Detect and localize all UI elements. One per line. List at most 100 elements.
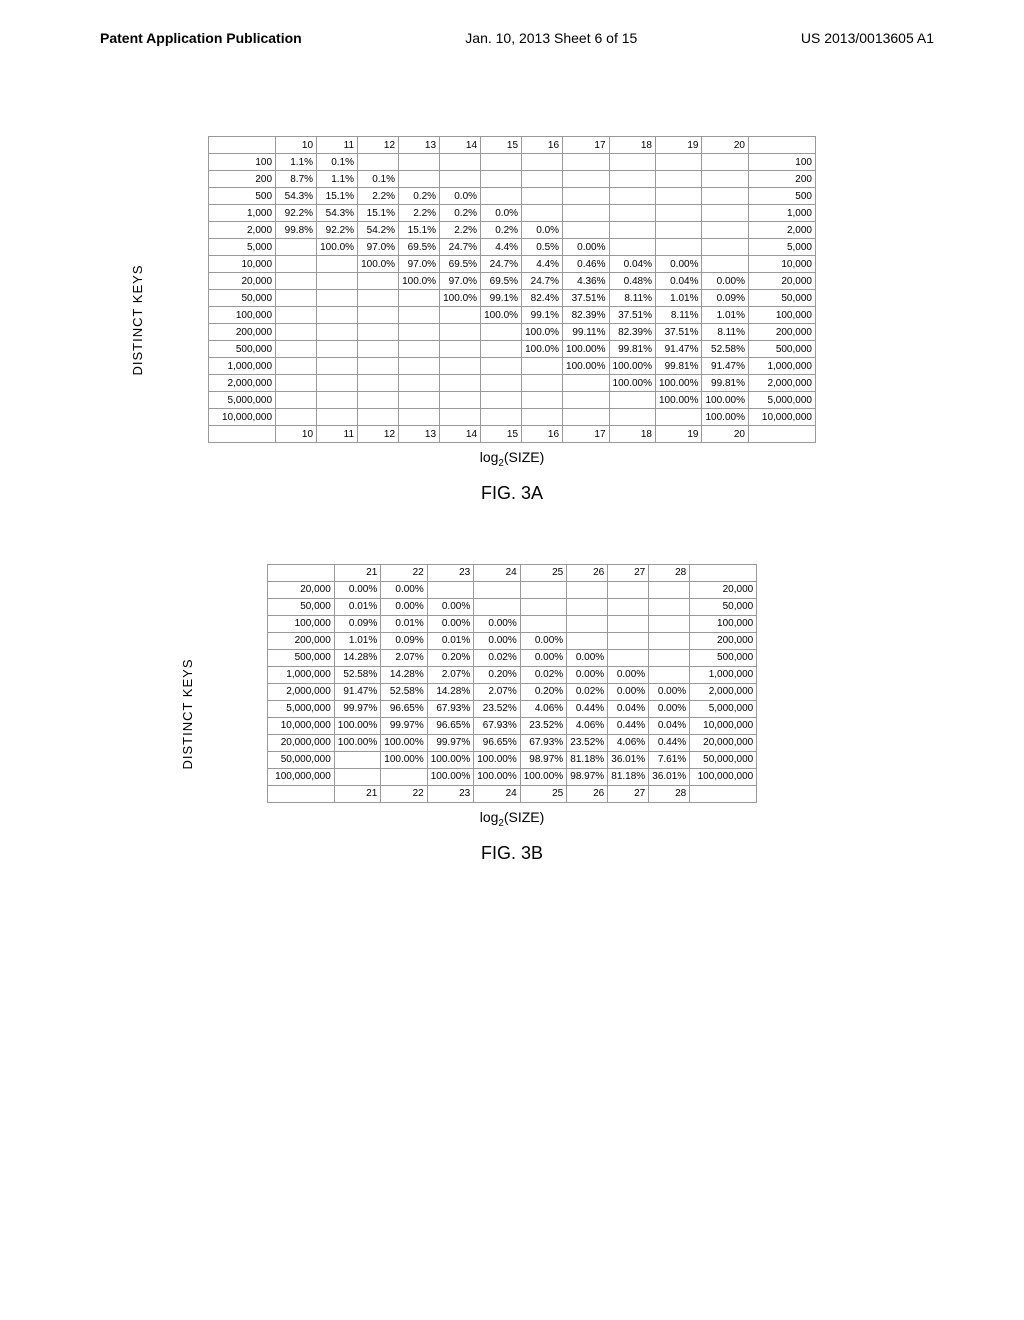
data-cell: 0.00% [649, 683, 690, 700]
row-key-right: 200,000 [748, 324, 815, 341]
data-cell [563, 222, 609, 239]
data-cell [649, 598, 690, 615]
data-cell [567, 598, 608, 615]
data-cell: 2.07% [381, 649, 427, 666]
data-cell: 99.8% [276, 222, 317, 239]
data-cell: 8.11% [656, 307, 702, 324]
data-cell: 8.11% [702, 324, 748, 341]
data-cell: 0.01% [427, 632, 473, 649]
data-cell [609, 188, 655, 205]
data-cell [649, 666, 690, 683]
col-footer: 18 [609, 426, 655, 443]
row-key-right: 100 [748, 154, 815, 171]
data-cell [609, 409, 655, 426]
col-header: 12 [358, 137, 399, 154]
data-cell: 100.00% [520, 768, 566, 785]
row-key: 100,000 [267, 615, 334, 632]
col-footer: 27 [608, 785, 649, 802]
col-footer: 16 [522, 426, 563, 443]
col-header: 14 [440, 137, 481, 154]
data-cell [276, 324, 317, 341]
row-key-right: 2,000,000 [690, 683, 757, 700]
data-cell [440, 375, 481, 392]
col-header: 19 [656, 137, 702, 154]
col-footer: 15 [481, 426, 522, 443]
data-cell [609, 392, 655, 409]
data-cell [399, 290, 440, 307]
row-key: 20,000 [209, 273, 276, 290]
data-cell: 1.01% [656, 290, 702, 307]
data-cell: 0.00% [474, 632, 520, 649]
col-footer: 22 [381, 785, 427, 802]
data-cell: 0.00% [567, 666, 608, 683]
row-key: 100,000,000 [267, 768, 334, 785]
data-cell [656, 154, 702, 171]
data-cell: 97.0% [440, 273, 481, 290]
row-key: 5,000,000 [209, 392, 276, 409]
data-cell: 4.06% [608, 734, 649, 751]
data-cell [563, 154, 609, 171]
data-cell: 100.00% [609, 375, 655, 392]
data-cell: 100.00% [656, 375, 702, 392]
data-cell: 52.58% [334, 666, 380, 683]
data-cell [649, 615, 690, 632]
data-cell: 0.20% [520, 683, 566, 700]
data-cell [334, 751, 380, 768]
col-header: 27 [608, 564, 649, 581]
data-cell: 0.09% [381, 632, 427, 649]
data-cell: 0.44% [567, 700, 608, 717]
data-cell [567, 615, 608, 632]
col-header: 25 [520, 564, 566, 581]
data-cell [358, 307, 399, 324]
data-cell [656, 222, 702, 239]
data-cell [358, 409, 399, 426]
fig-b-caption: FIG. 3B [162, 843, 862, 864]
data-cell: 100.00% [609, 358, 655, 375]
data-cell: 0.09% [702, 290, 748, 307]
data-cell [702, 222, 748, 239]
row-key-right: 500 [748, 188, 815, 205]
data-cell [608, 581, 649, 598]
col-footer: 24 [474, 785, 520, 802]
data-cell: 0.00% [381, 598, 427, 615]
data-cell [276, 239, 317, 256]
row-key: 50,000 [267, 598, 334, 615]
data-cell [276, 256, 317, 273]
data-cell [609, 222, 655, 239]
data-cell: 52.58% [381, 683, 427, 700]
data-cell: 0.04% [656, 273, 702, 290]
row-key: 500,000 [267, 649, 334, 666]
data-cell: 100.00% [427, 751, 473, 768]
data-cell: 0.00% [567, 649, 608, 666]
row-key: 500 [209, 188, 276, 205]
data-cell [567, 632, 608, 649]
data-cell: 100.00% [563, 341, 609, 358]
data-cell [399, 375, 440, 392]
data-cell: 67.93% [520, 734, 566, 751]
data-cell: 2.2% [358, 188, 399, 205]
data-cell: 0.00% [474, 615, 520, 632]
data-cell [520, 615, 566, 632]
fig-b-xlabel: log2(SIZE) [162, 809, 862, 829]
data-cell: 36.01% [608, 751, 649, 768]
row-key-right: 10,000,000 [690, 717, 757, 734]
row-key: 20,000 [267, 581, 334, 598]
data-cell [656, 171, 702, 188]
data-cell [440, 341, 481, 358]
row-key: 500,000 [209, 341, 276, 358]
row-key: 10,000,000 [209, 409, 276, 426]
data-cell [608, 649, 649, 666]
data-cell [358, 375, 399, 392]
data-cell [481, 154, 522, 171]
row-key-right: 100,000,000 [690, 768, 757, 785]
data-cell [317, 341, 358, 358]
data-cell [563, 409, 609, 426]
data-cell [276, 273, 317, 290]
data-cell [563, 188, 609, 205]
data-cell [440, 154, 481, 171]
data-cell: 99.97% [427, 734, 473, 751]
col-header: 16 [522, 137, 563, 154]
data-cell: 0.09% [334, 615, 380, 632]
row-key-right: 100,000 [748, 307, 815, 324]
col-footer: 13 [399, 426, 440, 443]
